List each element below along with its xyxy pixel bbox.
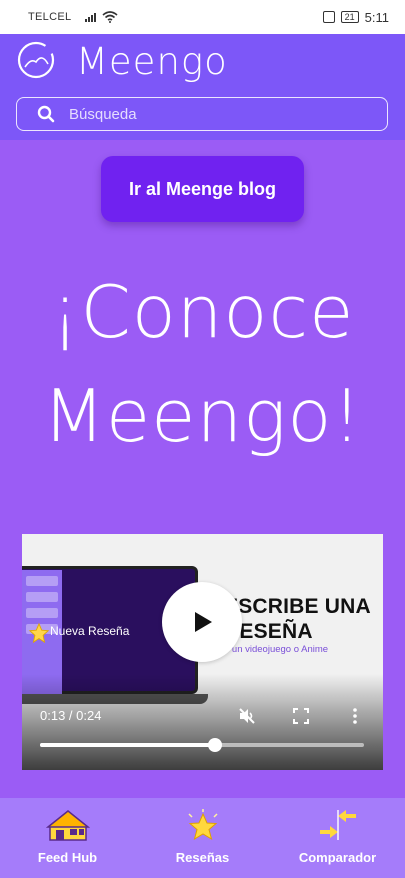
video-review-label: Nueva Reseña [50, 624, 130, 638]
compare-arrows-icon [319, 810, 356, 840]
mute-icon[interactable] [238, 707, 256, 725]
blog-button[interactable]: Ir al Meenge blog [101, 156, 304, 222]
search-icon [37, 105, 55, 123]
video-progress-track[interactable] [40, 738, 364, 752]
app-header: Meengo [0, 34, 405, 140]
fullscreen-icon[interactable] [292, 707, 310, 725]
video-headline-line-2: RESEÑA [224, 620, 313, 643]
search-input[interactable] [69, 105, 359, 123]
meengo-logo-icon[interactable] [16, 40, 56, 80]
nav-label-resenas: Reseñas [175, 850, 230, 865]
play-icon [195, 612, 212, 632]
hero-heading: ¡Conoce Meengo! [0, 260, 405, 468]
nav-label-feed-hub: Feed Hub [37, 850, 98, 865]
star-icon [187, 809, 218, 841]
status-bar: TELCEL 21 5:11 [0, 0, 405, 34]
hero-line-1: ¡Conoce [50, 270, 355, 354]
battery-icon: 21 [340, 11, 359, 23]
video-progress-knob[interactable] [207, 738, 222, 752]
star-icon [28, 622, 50, 644]
nav-label-comparador: Comparador [298, 850, 377, 865]
carrier-label: TELCEL [28, 11, 72, 23]
video-time: 0:13 / 0:24 [40, 708, 102, 723]
more-vert-icon[interactable] [346, 707, 364, 725]
hero-line-2: Meengo! [42, 374, 363, 458]
video-headline: ESCRIBE UNA RESEÑA [224, 594, 371, 644]
app-title: Meengo [76, 40, 228, 83]
video-subheadline: e un videojuego o Anime [224, 644, 329, 655]
video-progress-fill [40, 743, 215, 747]
nav-item-resenas[interactable]: Reseñas [135, 798, 270, 878]
nav-item-comparador[interactable]: Comparador [270, 798, 405, 878]
search-bar[interactable] [16, 97, 388, 131]
wifi-icon [102, 11, 118, 23]
play-button[interactable] [162, 582, 242, 662]
bottom-nav: Feed Hub Reseñas Comparador [0, 798, 405, 878]
video-player[interactable]: Nueva Reseña ESCRIBE UNA RESEÑA e un vid… [22, 534, 383, 770]
house-icon [45, 810, 90, 841]
signal-icon [85, 12, 97, 22]
nav-item-feed-hub[interactable]: Feed Hub [0, 798, 135, 878]
video-headline-line-1: ESCRIBE UNA [224, 595, 371, 618]
vibrate-icon [322, 11, 335, 23]
clock: 5:11 [364, 9, 389, 25]
